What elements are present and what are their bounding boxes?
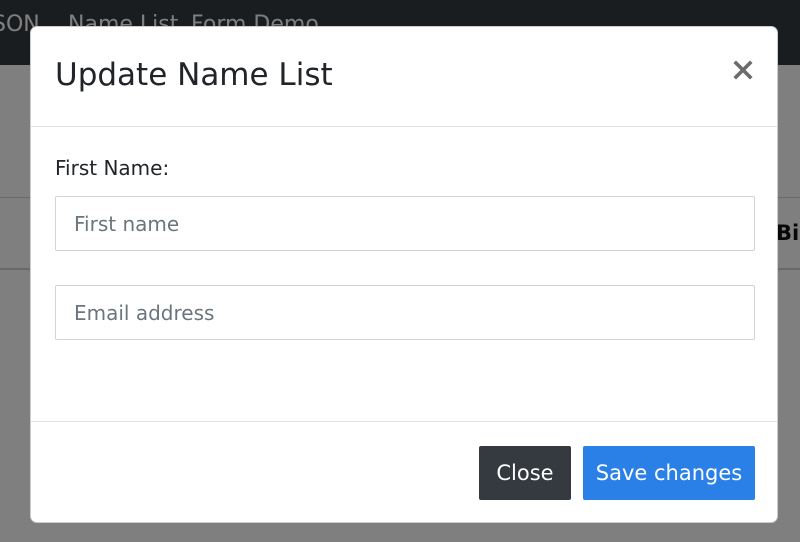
- email-address-input[interactable]: [55, 285, 755, 340]
- close-icon[interactable]: [729, 56, 757, 84]
- update-name-list-modal: Update Name List First Name: Close Save …: [30, 26, 778, 523]
- first-name-label: First Name:: [55, 156, 170, 180]
- modal-title: Update Name List: [55, 57, 333, 93]
- modal-footer: Close Save changes: [31, 421, 777, 522]
- save-changes-button[interactable]: Save changes: [583, 446, 755, 500]
- close-button[interactable]: Close: [479, 446, 571, 500]
- modal-header: Update Name List: [31, 27, 777, 127]
- modal-body: First Name:: [31, 127, 777, 421]
- first-name-input[interactable]: [55, 196, 755, 251]
